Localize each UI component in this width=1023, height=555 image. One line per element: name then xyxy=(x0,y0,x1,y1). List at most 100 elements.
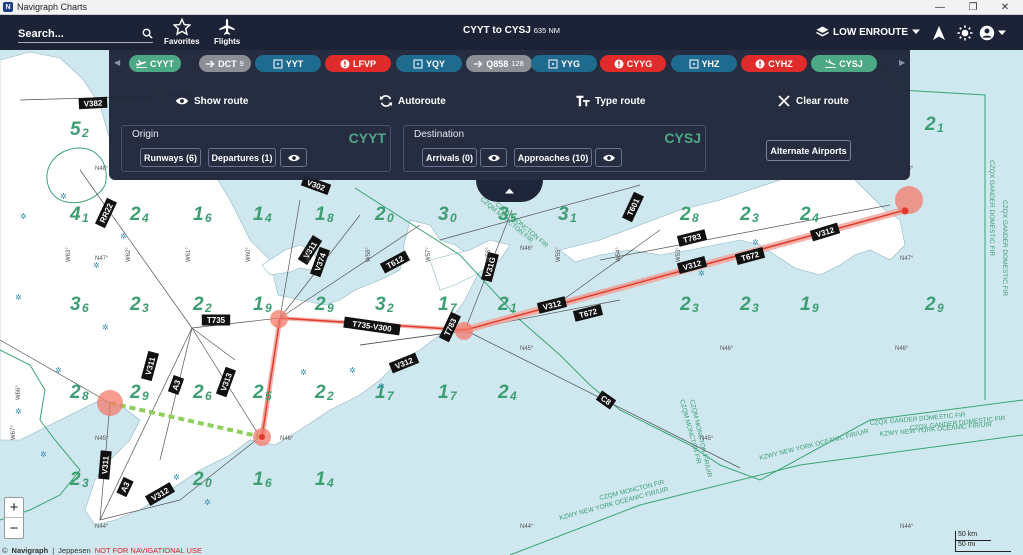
svg-text:✲: ✲ xyxy=(204,498,211,507)
svg-text:T735: T735 xyxy=(207,316,226,325)
destination-box: Destination CYSJ Arrivals (0) Approaches… xyxy=(403,125,706,172)
latitude-label: N45° xyxy=(95,436,109,442)
longitude-label: W59° xyxy=(306,247,312,262)
minimize-button[interactable]: — xyxy=(925,0,955,15)
latitude-label: N46° xyxy=(720,346,734,352)
latitude-label: N46° xyxy=(280,436,294,442)
grid-mora-digit: 2 xyxy=(252,382,264,403)
type-route-button[interactable]: Type route xyxy=(576,94,645,108)
svg-text:✲: ✲ xyxy=(120,232,127,241)
longitude-label: W53° xyxy=(676,247,682,262)
grid-mora-digit: 1 xyxy=(937,121,944,135)
footer-brand: Navigraph xyxy=(11,546,49,555)
grid-mora-digit: 1 xyxy=(253,469,264,490)
grid-mora-digit: 2 xyxy=(924,294,936,315)
eye-icon xyxy=(602,154,615,161)
svg-text:✲: ✲ xyxy=(15,293,22,302)
route-chip-dct[interactable]: DCT 9 xyxy=(199,55,251,72)
scale-km: 50 km xyxy=(955,531,991,541)
maximize-button[interactable]: ❐ xyxy=(958,0,988,15)
longitude-label: W56° xyxy=(486,247,492,262)
longitude-label: W67° xyxy=(11,425,17,440)
chevron-left-icon[interactable]: ◀ xyxy=(114,58,120,67)
navaid-icon xyxy=(273,59,283,69)
route-chip-yyg[interactable]: YYG xyxy=(531,55,597,72)
zoom-controls: + − xyxy=(4,497,24,539)
route-chip-yyt[interactable]: YYT xyxy=(255,55,321,72)
zoom-in-button[interactable]: + xyxy=(5,498,23,518)
arrivals-visibility-toggle[interactable] xyxy=(480,148,507,167)
alternate-airports-button[interactable]: Alternate Airports xyxy=(766,140,851,161)
route-chip-label: DCT xyxy=(218,58,237,69)
grid-mora-digit: 2 xyxy=(386,301,394,315)
arrow-right-icon xyxy=(206,60,215,68)
chevron-right-icon[interactable]: ▶ xyxy=(899,58,905,67)
approaches-visibility-toggle[interactable] xyxy=(595,148,622,167)
grid-mora-digit: 2 xyxy=(739,204,751,225)
account-menu[interactable] xyxy=(979,25,1006,41)
route-chip-label: CYSJ xyxy=(839,58,863,69)
svg-text:V382: V382 xyxy=(83,98,103,108)
grid-mora-digit: 2 xyxy=(374,204,386,225)
latitude-label: N48° xyxy=(95,166,109,172)
close-window-button[interactable]: ✕ xyxy=(990,0,1020,15)
alert-icon xyxy=(340,59,350,69)
grid-mora-digit: 2 xyxy=(799,204,811,225)
grid-mora-digit: 9 xyxy=(265,301,272,315)
origin-visibility-toggle[interactable] xyxy=(280,148,307,167)
route-chip-cysj[interactable]: CYSJ xyxy=(811,55,877,72)
clear-route-label: Clear route xyxy=(796,95,849,107)
departure-icon xyxy=(136,59,147,68)
longitude-label: W63° xyxy=(66,247,72,262)
longitude-label: W62° xyxy=(126,247,132,262)
route-chip-yhz[interactable]: YHZ xyxy=(671,55,737,72)
grid-mora-digit: 3 xyxy=(438,204,449,225)
svg-text:V311: V311 xyxy=(100,455,111,475)
approaches-button[interactable]: Approaches (10) xyxy=(514,148,592,167)
arrivals-button[interactable]: Arrivals (0) xyxy=(422,148,477,167)
eye-icon xyxy=(287,154,300,161)
zoom-out-button[interactable]: − xyxy=(5,518,23,538)
close-icon xyxy=(778,95,790,107)
route-chip-q858[interactable]: Q858 128 xyxy=(466,55,532,72)
grid-mora-digit: 2 xyxy=(679,204,691,225)
latitude-label: N44° xyxy=(95,524,109,530)
grid-mora-digit: 8 xyxy=(692,211,699,225)
grid-mora-digit: 4 xyxy=(811,211,819,225)
layer-label: LOW ENROUTE xyxy=(833,26,908,38)
autoroute-button[interactable]: Autoroute xyxy=(379,94,446,108)
chevron-down-icon xyxy=(998,30,1006,35)
route-chip-cyyg[interactable]: CYYG xyxy=(600,55,666,72)
grid-mora-digit: 4 xyxy=(509,389,517,403)
grid-mora-digit: 2 xyxy=(497,294,509,315)
longitude-label: W54° xyxy=(616,247,622,262)
route-chip-cyyt[interactable]: CYYT xyxy=(129,55,181,72)
grid-mora-digit: 2 xyxy=(192,469,204,490)
departures-button[interactable]: Departures (1) xyxy=(208,148,276,167)
grid-mora-digit: 0 xyxy=(387,211,394,225)
window-titlebar: N Navigraph Charts — ❐ ✕ xyxy=(0,0,1023,15)
svg-text:✲: ✲ xyxy=(349,366,356,375)
show-route-button[interactable]: Show route xyxy=(175,94,248,108)
chevron-up-icon xyxy=(505,188,514,194)
origin-label: Origin xyxy=(132,129,159,140)
grid-mora-digit: 2 xyxy=(129,382,141,403)
grid-mora-digit: 2 xyxy=(497,382,509,403)
grid-mora-digit: 9 xyxy=(142,389,149,403)
grid-mora-digit: 1 xyxy=(193,204,204,225)
latitude-label: N44° xyxy=(520,524,534,530)
brightness-icon[interactable] xyxy=(957,25,973,41)
runways-button[interactable]: Runways (6) xyxy=(140,148,201,167)
north-up-icon[interactable] xyxy=(931,25,947,41)
route-chip-lfvp[interactable]: LFVP xyxy=(325,55,391,72)
route-chip-yqy[interactable]: YQY xyxy=(396,55,462,72)
grid-mora-digit: 6 xyxy=(82,301,89,315)
grid-mora-digit: 1 xyxy=(82,211,89,225)
destination-code: CYSJ xyxy=(664,130,701,146)
grid-mora-digit: 9 xyxy=(327,301,334,315)
clear-route-button[interactable]: Clear route xyxy=(777,94,849,108)
grid-mora-digit: 2 xyxy=(69,469,81,490)
app-icon: N xyxy=(3,2,13,12)
route-chip-cyhz[interactable]: CYHZ xyxy=(741,55,807,72)
layer-selector[interactable]: LOW ENROUTE xyxy=(816,26,920,38)
